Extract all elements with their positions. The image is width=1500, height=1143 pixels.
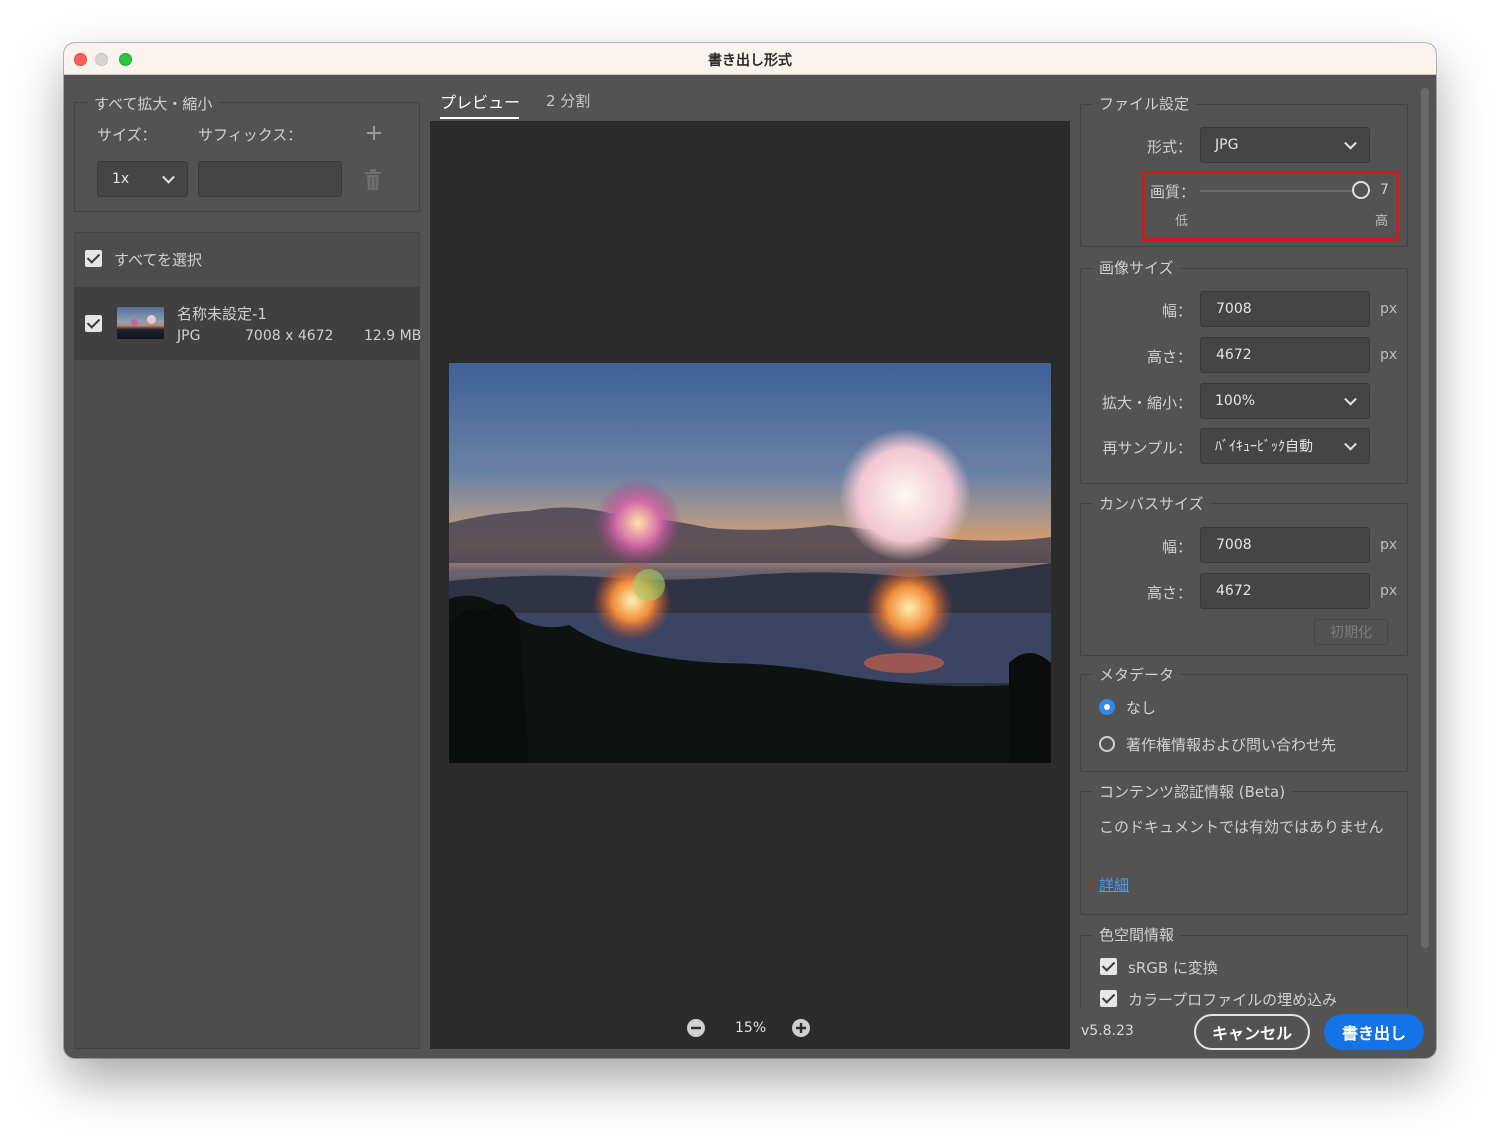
asset-dimensions: 7008 x 4672 xyxy=(245,328,334,344)
tab-split[interactable]: 2 分割 xyxy=(546,90,590,111)
image-height-unit: px xyxy=(1380,347,1398,363)
canvas-size-title: カンバスサイズ xyxy=(1093,493,1210,514)
convert-srgb-label: sRGB に変換 xyxy=(1128,959,1218,977)
quality-slider-thumb[interactable] xyxy=(1352,181,1370,199)
chevron-down-icon xyxy=(1344,437,1357,451)
resample-label: 再サンプル： xyxy=(1102,439,1192,457)
format-select[interactable]: JPG xyxy=(1200,127,1370,163)
resample-select[interactable]: ﾊﾞｲｷｭｰﾋﾞｯｸ自動 xyxy=(1200,428,1370,464)
quality-label: 画質： xyxy=(1150,183,1196,201)
tab-preview[interactable]: プレビュー xyxy=(440,89,520,113)
asset-name: 名称未設定-1 xyxy=(177,305,267,323)
suffix-label: サフィックス： xyxy=(198,126,303,144)
metadata-group xyxy=(1080,674,1408,772)
convert-srgb-checkbox[interactable] xyxy=(1100,958,1117,975)
asset-filesize: 12.9 MB xyxy=(364,328,422,344)
select-all-label: すべてを選択 xyxy=(114,251,203,269)
size-label: サイズ： xyxy=(97,126,157,144)
image-height-input[interactable]: 4672 xyxy=(1200,337,1370,373)
metadata-none-label: なし xyxy=(1126,699,1157,717)
preview-image xyxy=(449,363,1051,763)
image-width-label: 幅： xyxy=(1161,302,1192,320)
format-select-value: JPG xyxy=(1215,137,1239,153)
metadata-title: メタデータ xyxy=(1093,664,1181,685)
scale-select[interactable]: 100% xyxy=(1200,383,1370,419)
version-label: v5.8.23 xyxy=(1081,1023,1134,1039)
asset-format: JPG xyxy=(177,328,201,344)
embed-profile-label: カラープロファイルの埋め込み xyxy=(1128,991,1338,1009)
metadata-copyright-radio[interactable] xyxy=(1099,736,1115,752)
canvas-width-label: 幅： xyxy=(1161,538,1192,556)
metadata-none-radio[interactable] xyxy=(1099,699,1115,715)
details-link[interactable]: 詳細 xyxy=(1099,874,1129,895)
delete-scale-button[interactable] xyxy=(363,169,383,191)
right-panel-scrollbar[interactable] xyxy=(1421,88,1429,948)
fireworks-photo xyxy=(449,363,1051,763)
scale-all-title: すべて拡大・縮小 xyxy=(88,93,219,114)
asset-thumbnail xyxy=(117,307,164,339)
canvas-width-unit: px xyxy=(1380,537,1398,553)
window-title: 書き出し形式 xyxy=(708,53,792,69)
image-width-input[interactable]: 7008 xyxy=(1200,291,1370,327)
plus-icon xyxy=(367,126,381,140)
image-size-title: 画像サイズ xyxy=(1093,257,1180,278)
content-credentials-title: コンテンツ認証情報 (Beta) xyxy=(1093,781,1292,802)
embed-profile-checkbox[interactable] xyxy=(1100,990,1117,1007)
resample-select-value: ﾊﾞｲｷｭｰﾋﾞｯｸ自動 xyxy=(1215,439,1313,455)
file-settings-title: ファイル設定 xyxy=(1093,93,1196,114)
canvas-height-input[interactable]: 4672 xyxy=(1200,573,1370,609)
reset-canvas-button[interactable]: 初期化 xyxy=(1314,619,1388,645)
suffix-input[interactable] xyxy=(198,161,342,197)
quality-high-label: 高 xyxy=(1375,214,1389,229)
image-width-unit: px xyxy=(1380,301,1398,317)
trash-icon xyxy=(365,169,381,190)
chevron-down-icon xyxy=(162,170,175,184)
asset-checkbox[interactable] xyxy=(85,315,102,332)
scale-label: 拡大・縮小： xyxy=(1101,394,1192,412)
select-all-checkbox[interactable] xyxy=(85,250,102,267)
color-space-title: 色空間情報 xyxy=(1093,924,1181,945)
content-credentials-group xyxy=(1080,791,1408,915)
metadata-copyright-label: 著作権情報および問い合わせ先 xyxy=(1126,736,1337,754)
size-select-value: 1x xyxy=(112,171,130,187)
export-as-dialog: 書き出し形式 すべて拡大・縮小 サイズ： サフィックス： 1x すべてを選択 名… xyxy=(64,43,1436,1058)
canvas-height-label: 高さ： xyxy=(1146,584,1192,602)
canvas-width-input[interactable]: 7008 xyxy=(1200,527,1370,563)
chevron-down-icon xyxy=(1344,392,1357,406)
export-button[interactable]: 書き出し xyxy=(1324,1014,1424,1050)
zoom-in-button[interactable] xyxy=(791,1018,811,1038)
format-label: 形式： xyxy=(1146,138,1192,156)
scale-select-value: 100% xyxy=(1215,393,1256,409)
plus-circle-icon xyxy=(792,1019,810,1037)
size-select[interactable]: 1x xyxy=(97,161,188,197)
quality-low-label: 低 xyxy=(1175,214,1189,229)
minus-circle-icon xyxy=(687,1019,705,1037)
zoom-out-button[interactable] xyxy=(686,1018,706,1038)
canvas-height-unit: px xyxy=(1380,583,1398,599)
content-credentials-message: このドキュメントでは有効ではありません xyxy=(1099,818,1384,836)
title-bar: 書き出し形式 xyxy=(64,43,1436,75)
add-scale-button[interactable] xyxy=(364,123,384,143)
zoom-level: 15% xyxy=(735,1020,767,1036)
quality-value: 7 xyxy=(1380,182,1389,198)
image-height-label: 高さ： xyxy=(1146,348,1192,366)
tab-preview-underline xyxy=(440,117,519,119)
chevron-down-icon xyxy=(1344,136,1357,150)
cancel-button[interactable]: キャンセル xyxy=(1194,1014,1310,1050)
quality-slider-track[interactable] xyxy=(1200,190,1360,192)
